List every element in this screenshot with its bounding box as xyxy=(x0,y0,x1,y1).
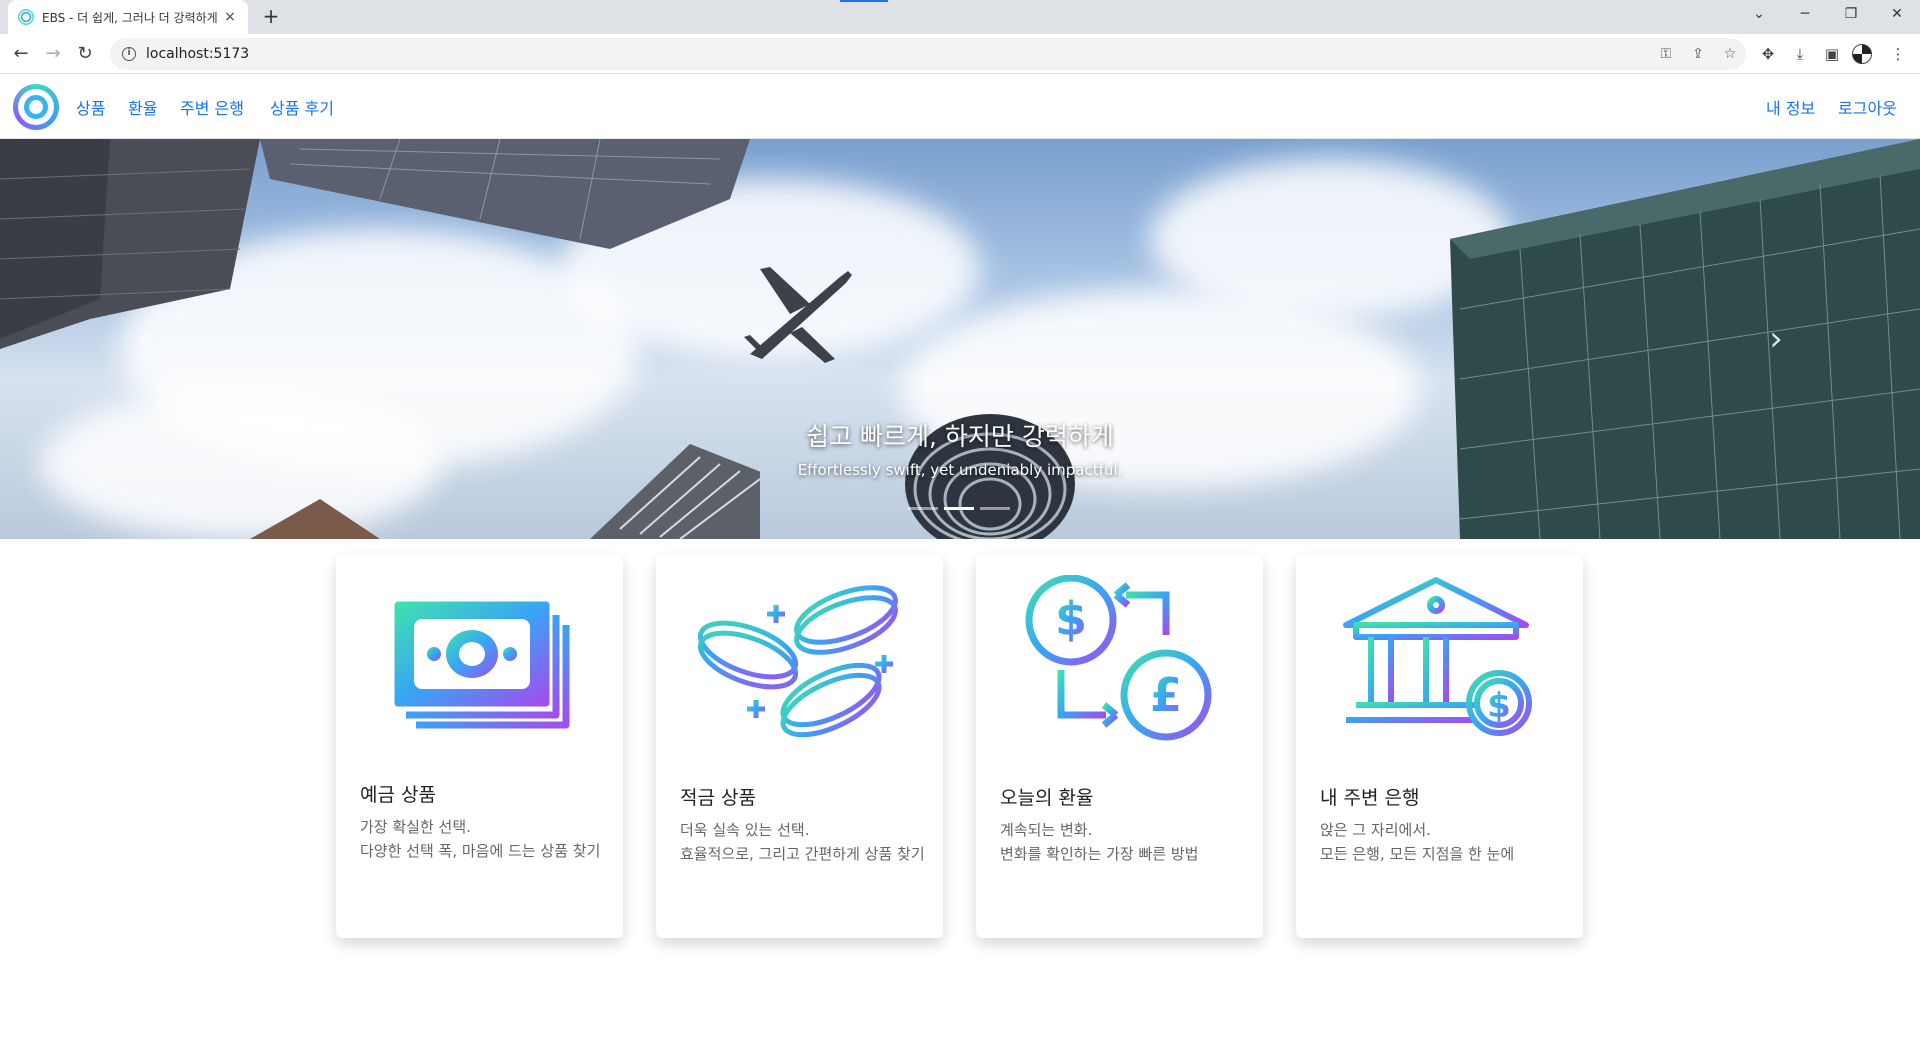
nav-link-exchange[interactable]: 환율 xyxy=(128,95,157,119)
card-description-1: 가장 확실한 선택. xyxy=(360,818,471,836)
hero-subtitle: Effortlessly swift, yet undeniably impac… xyxy=(797,461,1123,479)
menu-kebab-icon[interactable]: ⋮ xyxy=(1884,40,1912,68)
carousel-indicators xyxy=(908,507,1010,510)
browser-tabstrip: EBS - 더 쉽게, 그러나 더 강력하게 × + ⌄ ─ ❐ ✕ xyxy=(0,0,1920,34)
card-description-2: 다양한 선택 폭, 마음에 드는 상품 찾기 xyxy=(360,842,601,860)
logo[interactable] xyxy=(13,84,59,130)
nav-link-products[interactable]: 상품 xyxy=(76,95,105,119)
card-description-1: 앉은 그 자리에서. xyxy=(1320,821,1431,839)
svg-text:£: £ xyxy=(1150,668,1182,722)
browser-tab[interactable]: EBS - 더 쉽게, 그러나 더 강력하게 × xyxy=(8,0,248,34)
card-title: 적금 상품 xyxy=(680,787,756,809)
maximize-button[interactable]: ❐ xyxy=(1828,0,1874,30)
key-icon[interactable]: ⚿ xyxy=(1652,38,1680,70)
favicon-icon xyxy=(18,9,34,25)
card-title: 예금 상품 xyxy=(360,784,436,806)
tab-search-button[interactable]: ⌄ xyxy=(1736,0,1782,30)
buildings-right xyxy=(1450,139,1920,539)
side-panel-icon[interactable]: ▣ xyxy=(1818,40,1846,68)
bookmark-star-icon[interactable]: ☆ xyxy=(1716,38,1744,70)
card-description-1: 계속되는 변화. xyxy=(1000,821,1093,839)
bank-building-icon: $ xyxy=(1343,577,1532,736)
close-window-button[interactable]: ✕ xyxy=(1874,0,1920,30)
address-bar[interactable]: i localhost:5173 ⚿ ⇪ ☆ xyxy=(110,38,1746,70)
carousel-next-button[interactable]: › xyxy=(1756,319,1796,359)
card-title: 오늘의 환율 xyxy=(1000,787,1094,809)
card-savings[interactable]: 적금 상품 더욱 실속 있는 선택. 효율적으로, 그리고 간편하게 상품 찾기 xyxy=(656,555,943,938)
minimize-button[interactable]: ─ xyxy=(1782,0,1828,30)
svg-text:$: $ xyxy=(1487,686,1511,726)
airplane-icon xyxy=(744,267,852,363)
hero-carousel: ‹ › 쉽고 빠르게, 하지만 강력하게 Effortlessly swift,… xyxy=(0,139,1920,539)
carousel-indicator-2[interactable] xyxy=(944,507,974,510)
nav-link-reviews[interactable]: 상품 후기 xyxy=(270,95,334,119)
share-icon[interactable]: ⇪ xyxy=(1684,38,1712,70)
app-navbar: 상품 환율 주변 은행 상품 후기 내 정보 로그아웃 xyxy=(0,75,1920,139)
profile-avatar[interactable] xyxy=(1852,44,1872,64)
card-description-1: 더욱 실속 있는 선택. xyxy=(680,821,810,839)
card-description-2: 모든 은행, 모든 지점을 한 눈에 xyxy=(1320,845,1515,863)
new-tab-button[interactable]: + xyxy=(258,4,284,30)
nav-link-my-info[interactable]: 내 정보 xyxy=(1766,95,1815,119)
coins-icon xyxy=(697,585,898,738)
url-text: localhost:5173 xyxy=(146,46,250,62)
tab-loading-indicator xyxy=(840,0,888,2)
nav-link-nearby-banks[interactable]: 주변 은행 xyxy=(180,95,244,119)
site-info-icon[interactable]: i xyxy=(122,47,136,61)
card-description-2: 변화를 확인하는 가장 빠른 방법 xyxy=(1000,845,1199,863)
carousel-prev-button[interactable]: ‹ xyxy=(124,319,164,359)
svg-text:$: $ xyxy=(1055,592,1087,646)
carousel-indicator-3[interactable] xyxy=(980,507,1010,510)
card-exchange-rate[interactable]: $ £ 오늘의 환율 계속되는 변화. 변화를 확인하는 가장 빠른 방법 xyxy=(976,555,1263,938)
banknote-icon xyxy=(394,601,570,729)
card-description-2: 효율적으로, 그리고 간편하게 상품 찾기 xyxy=(680,845,925,863)
tab-close-icon[interactable]: × xyxy=(222,9,238,25)
browser-toolbar: ← → ↻ i localhost:5173 ⚿ ⇪ ☆ ✥ ⤓ ▣ ⋮ xyxy=(0,34,1920,74)
card-title: 내 주변 은행 xyxy=(1320,787,1420,809)
back-arrow-icon[interactable]: ← xyxy=(7,40,35,68)
currency-exchange-icon: $ £ xyxy=(1025,575,1212,741)
card-deposit[interactable]: 예금 상품 가장 확실한 선택. 다양한 선택 폭, 마음에 드는 상품 찾기 xyxy=(336,555,623,938)
reload-icon[interactable]: ↻ xyxy=(71,40,99,68)
card-nearby-banks[interactable]: $ 내 주변 은행 앉은 그 자리에서. 모든 은행, 모든 지점을 한 눈에 xyxy=(1296,555,1583,938)
extensions-icon[interactable]: ✥ xyxy=(1754,40,1782,68)
buildings-left xyxy=(0,139,760,539)
download-icon[interactable]: ⤓ xyxy=(1786,40,1814,68)
forward-arrow-icon[interactable]: → xyxy=(39,40,67,68)
hero-title: 쉽고 빠르게, 하지만 강력하게 xyxy=(806,422,1114,451)
nav-link-logout[interactable]: 로그아웃 xyxy=(1838,95,1897,119)
tab-title: EBS - 더 쉽게, 그러나 더 강력하게 xyxy=(42,10,218,25)
carousel-indicator-1[interactable] xyxy=(908,507,938,510)
